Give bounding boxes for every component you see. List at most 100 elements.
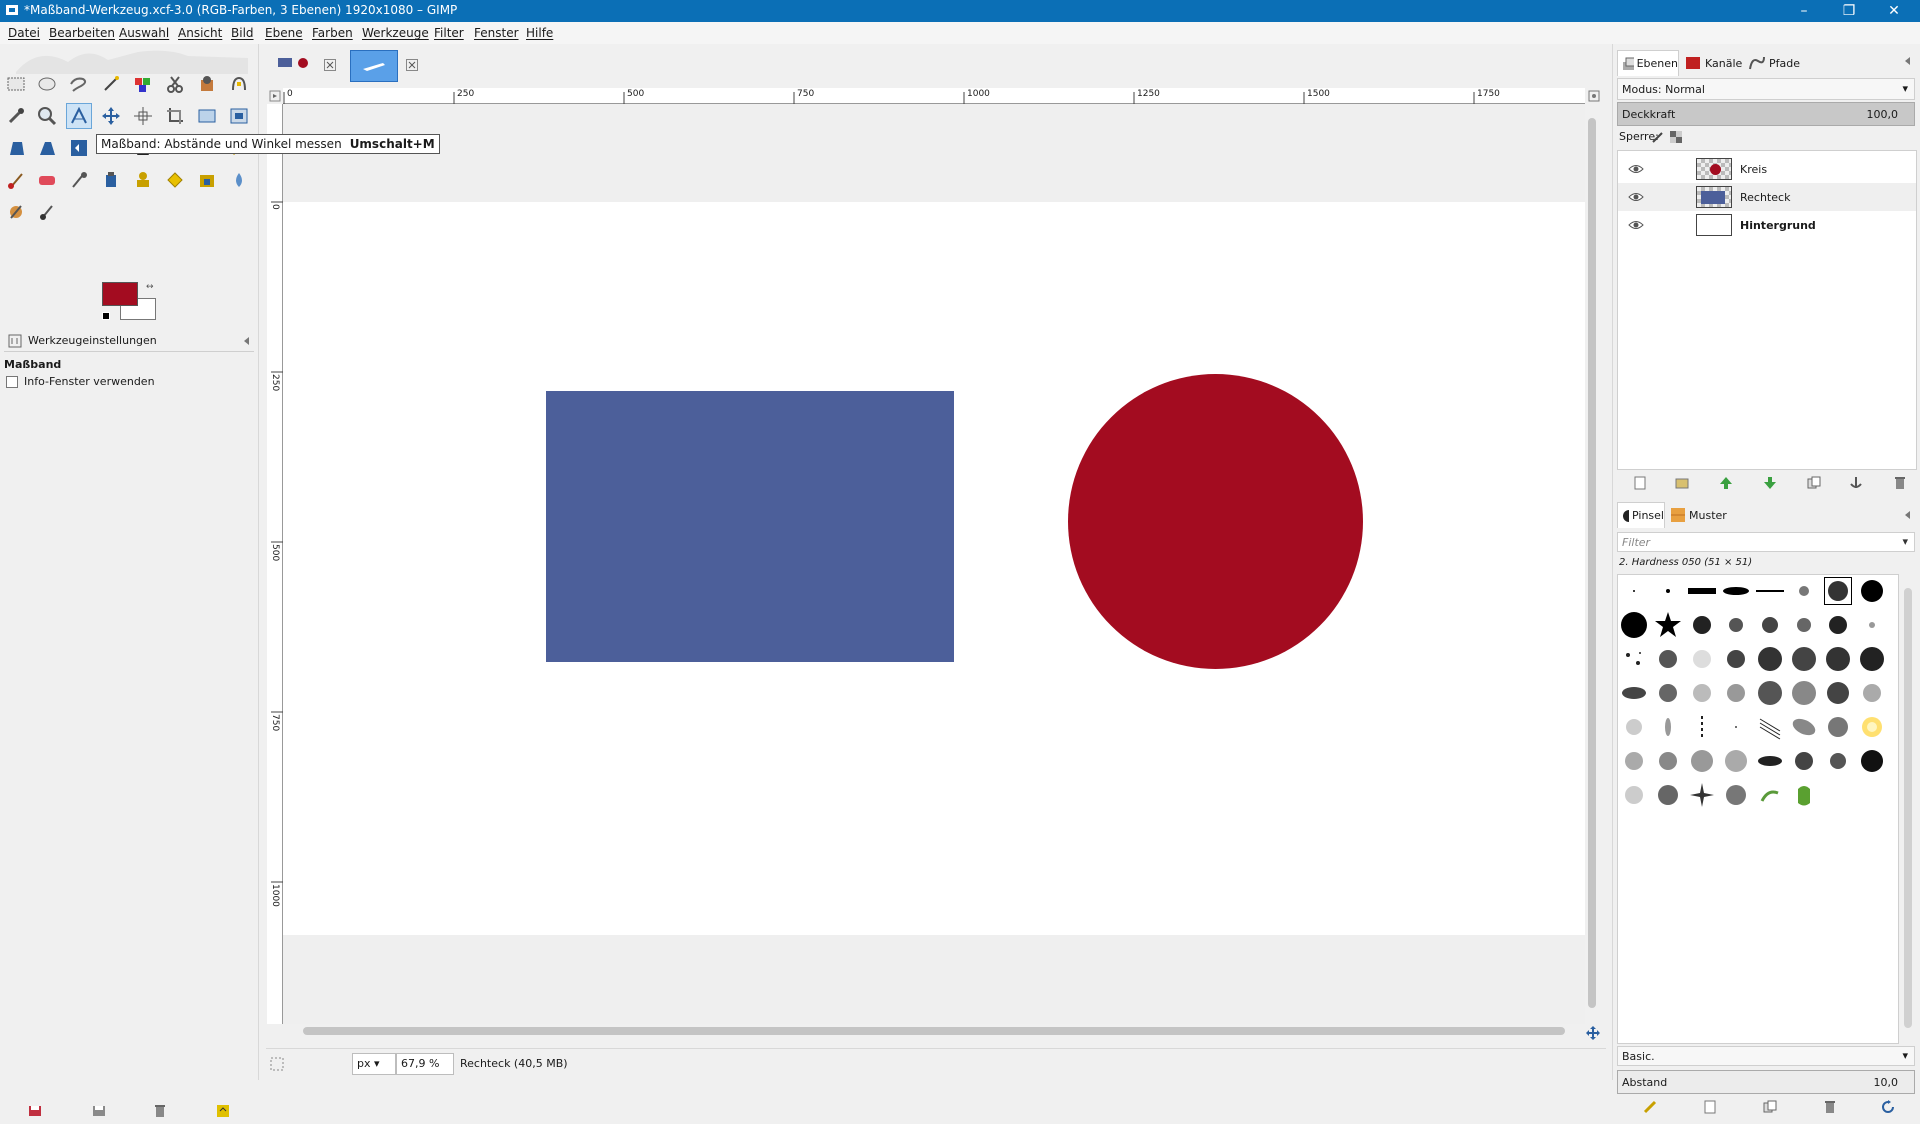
brush-item[interactable] (1722, 679, 1750, 707)
quick-mask-icon[interactable] (270, 1057, 284, 1071)
brush-item[interactable] (1790, 645, 1818, 673)
clone-tool[interactable] (130, 167, 156, 193)
lock-pixels-icon[interactable] (1651, 130, 1665, 144)
spacing-slider[interactable]: Abstand 10,0 (1617, 1070, 1915, 1094)
eraser-tool[interactable] (34, 167, 60, 193)
image-tab-1[interactable] (276, 54, 316, 74)
lower-layer-icon[interactable] (1763, 476, 1777, 490)
menu-filter[interactable]: Filter (434, 26, 464, 40)
default-colors-icon[interactable] (102, 312, 110, 320)
brush-item[interactable] (1756, 713, 1784, 741)
zoom-to-window-icon[interactable] (1588, 90, 1600, 102)
brush-item[interactable] (1654, 645, 1682, 673)
heal-tool[interactable] (162, 167, 188, 193)
ruler-corner-icon[interactable] (267, 88, 283, 104)
unified-transform-tool[interactable] (194, 103, 220, 129)
swap-colors-icon[interactable]: ↔ (146, 282, 156, 292)
brush-item[interactable] (1824, 713, 1852, 741)
scissors-select-tool[interactable] (162, 71, 188, 97)
opacity-slider[interactable]: Deckkraft 100,0 (1617, 102, 1915, 126)
measure-tool[interactable] (66, 103, 92, 129)
horizontal-scroll-thumb[interactable] (303, 1027, 1565, 1035)
foreground-select-tool[interactable] (194, 71, 220, 97)
tab-pinsel[interactable]: Pinsel (1617, 502, 1665, 528)
tool-options-tab[interactable]: Werkzeugeinstellungen (28, 334, 157, 347)
panel-menu-icon[interactable] (242, 336, 252, 346)
brush-item[interactable] (1654, 713, 1682, 741)
paths-tool[interactable] (226, 71, 252, 97)
brush-item[interactable] (1620, 781, 1648, 809)
brush-item[interactable] (1688, 645, 1716, 673)
layer-row-rechteck[interactable]: Rechteck (1618, 183, 1916, 211)
airbrush-tool[interactable] (66, 167, 92, 193)
menu-farben[interactable]: Farben (312, 26, 353, 40)
brush-item[interactable] (1824, 679, 1852, 707)
tab-ebenen[interactable]: Ebenen (1617, 50, 1679, 76)
color-picker-tool[interactable] (3, 103, 29, 129)
vertical-scrollbar[interactable] (1585, 104, 1599, 1024)
menu-werkzeuge[interactable]: Werkzeuge (362, 26, 429, 40)
save-options-icon[interactable] (28, 1104, 42, 1118)
brush-item[interactable] (1688, 713, 1716, 741)
brush-item[interactable] (1790, 747, 1818, 775)
brush-filter-input[interactable]: Filter ▾ (1617, 532, 1915, 552)
brush-item[interactable] (1620, 611, 1648, 639)
anchor-layer-icon[interactable] (1849, 476, 1863, 490)
brush-item[interactable] (1654, 611, 1682, 639)
alignment-tool[interactable] (130, 103, 156, 129)
filter-dropdown-icon[interactable]: ▾ (1902, 535, 1908, 548)
edit-brush-icon[interactable] (1643, 1100, 1657, 1114)
brush-item[interactable] (1722, 611, 1750, 639)
3d-transform-tool[interactable] (34, 135, 60, 161)
layer-row-kreis[interactable]: Kreis (1618, 155, 1916, 183)
brush-item[interactable] (1756, 577, 1784, 605)
brush-item[interactable] (1654, 577, 1682, 605)
brush-item[interactable] (1756, 679, 1784, 707)
dock-menu-icon[interactable] (1903, 56, 1913, 66)
brush-item[interactable] (1756, 747, 1784, 775)
new-layer-icon[interactable] (1633, 476, 1647, 490)
brush-item[interactable] (1858, 747, 1886, 775)
dodge-burn-tool[interactable] (226, 167, 252, 193)
visibility-eye-icon[interactable] (1628, 189, 1644, 205)
brush-item[interactable] (1688, 747, 1716, 775)
brush-preset-select[interactable]: Basic. ▾ (1617, 1046, 1915, 1066)
brush-item[interactable] (1688, 611, 1716, 639)
brush-item[interactable] (1790, 713, 1818, 741)
menu-bearbeiten[interactable]: Bearbeiten (49, 26, 115, 40)
brush-item[interactable] (1756, 781, 1784, 809)
reset-options-icon[interactable] (216, 1104, 230, 1118)
brush-item[interactable] (1824, 645, 1852, 673)
brush-item[interactable] (1620, 747, 1648, 775)
navigate-icon[interactable] (1586, 1026, 1600, 1040)
duplicate-layer-icon[interactable] (1807, 476, 1821, 490)
menu-auswahl[interactable]: Auswahl (119, 26, 169, 40)
menu-fenster[interactable]: Fenster (474, 26, 519, 40)
brushes-scroll-thumb[interactable] (1904, 588, 1912, 1028)
horizontal-scrollbar[interactable] (283, 1024, 1585, 1038)
visibility-eye-icon[interactable] (1628, 161, 1644, 177)
brush-item[interactable] (1688, 577, 1716, 605)
brush-item[interactable] (1654, 781, 1682, 809)
close-tab-icon[interactable] (324, 59, 336, 71)
new-group-icon[interactable] (1675, 476, 1689, 490)
brush-item[interactable] (1620, 713, 1648, 741)
zoom-tool[interactable] (34, 103, 60, 129)
visibility-eye-icon[interactable] (1628, 217, 1644, 233)
paintbrush-tool[interactable] (3, 167, 29, 193)
move-tool[interactable] (98, 103, 124, 129)
brush-item[interactable] (1790, 577, 1818, 605)
mypaint-brush-tool[interactable] (3, 199, 29, 225)
brush-item-selected[interactable] (1824, 577, 1852, 605)
maximize-button[interactable]: ❐ (1829, 1, 1869, 21)
new-brush-icon[interactable] (1703, 1100, 1717, 1114)
mode-select[interactable]: Modus: Normal ▾ (1617, 78, 1915, 100)
menu-hilfe[interactable]: Hilfe (526, 26, 553, 40)
brush-item[interactable] (1620, 577, 1648, 605)
brush-item[interactable] (1858, 679, 1886, 707)
brush-item[interactable] (1722, 577, 1750, 605)
select-by-color-tool[interactable] (130, 71, 156, 97)
tab-kanaele[interactable]: Kanäle (1681, 50, 1743, 76)
brush-item[interactable] (1790, 611, 1818, 639)
brush-item[interactable] (1620, 645, 1648, 673)
